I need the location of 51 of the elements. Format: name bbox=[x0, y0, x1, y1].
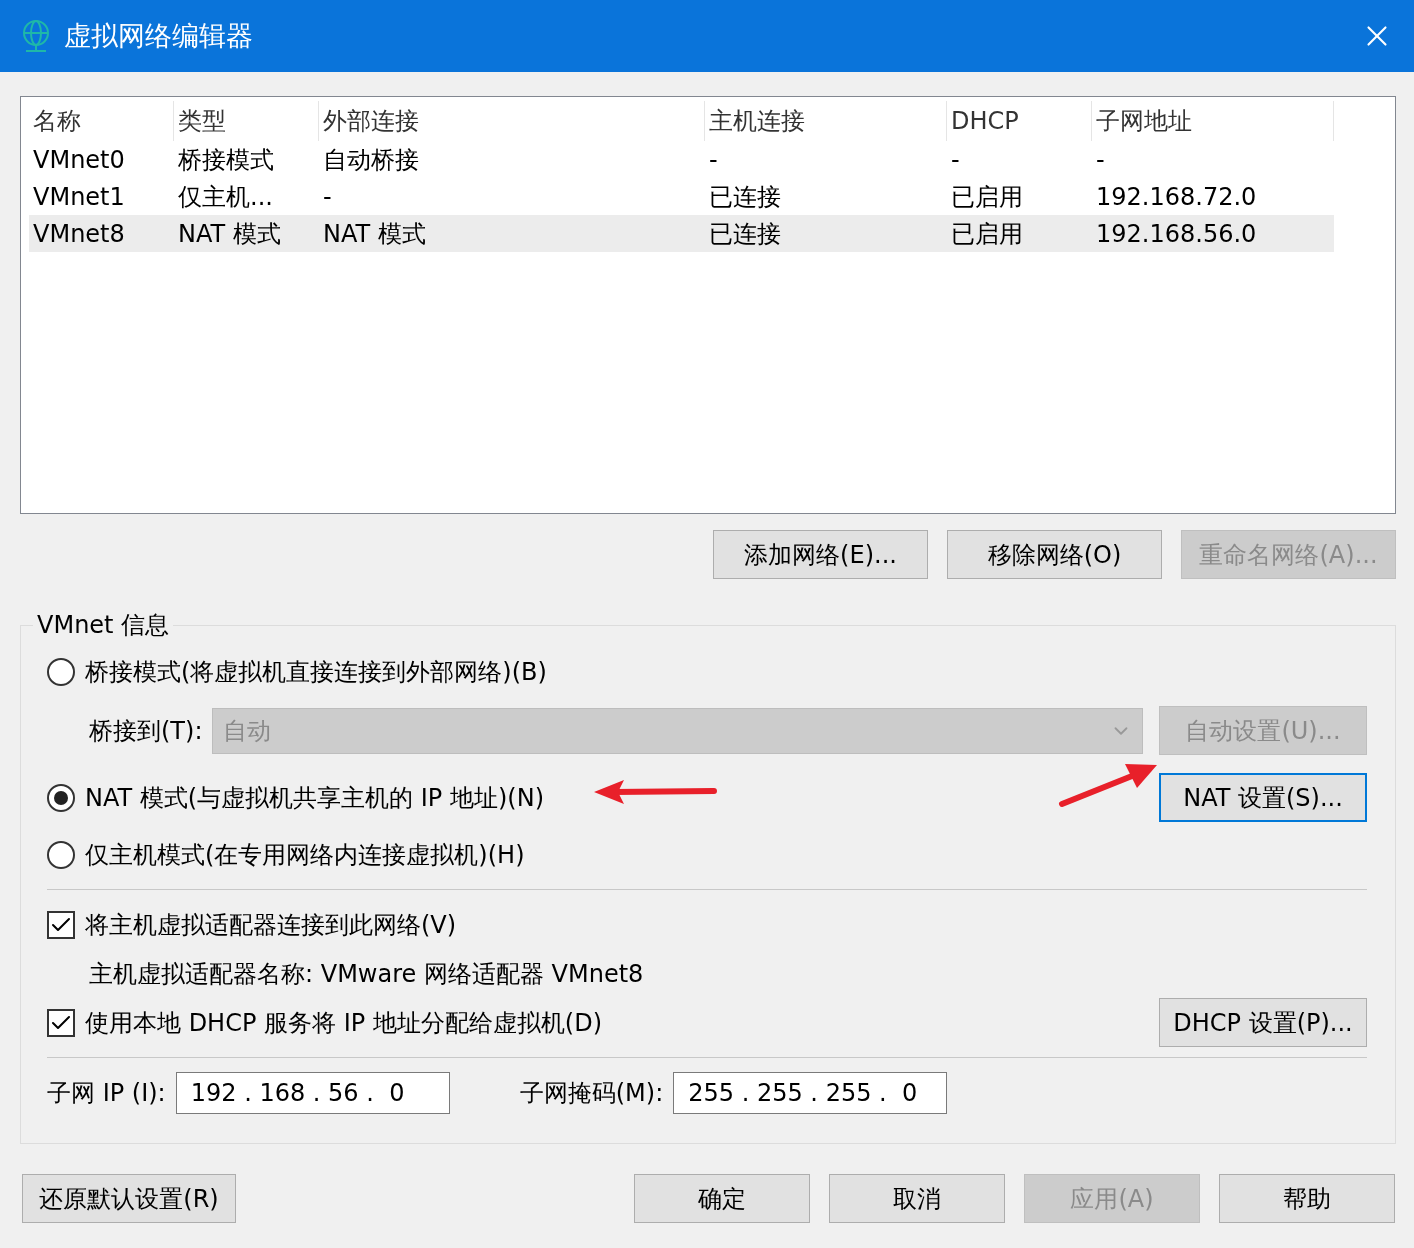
column-header[interactable]: DHCP bbox=[947, 101, 1092, 141]
column-header[interactable]: 子网地址 bbox=[1092, 101, 1334, 141]
radio-button[interactable] bbox=[47, 657, 75, 686]
group-title: VMnet 信息 bbox=[36, 610, 171, 641]
dialog-button[interactable]: 确定 bbox=[634, 1174, 810, 1223]
table-cell[interactable]: 已启用 bbox=[947, 215, 1092, 252]
table-cell[interactable]: - bbox=[947, 141, 1092, 178]
bridge-to-label: 桥接到(T): bbox=[89, 715, 203, 747]
table-cell[interactable]: - bbox=[319, 178, 705, 215]
table-cell[interactable]: NAT 模式 bbox=[319, 215, 705, 252]
column-header[interactable]: 名称 bbox=[29, 101, 174, 141]
checkbox-label: 使用本地 DHCP 服务将 IP 地址分配给虚拟机(D) bbox=[85, 1007, 603, 1039]
checkbox[interactable] bbox=[47, 1008, 75, 1037]
window-title: 虚拟网络编辑器 bbox=[64, 19, 254, 53]
table-cell[interactable]: 已启用 bbox=[947, 178, 1092, 215]
table-cell[interactable]: 192.168.72.0 bbox=[1092, 178, 1334, 215]
dialog-button[interactable]: 帮助 bbox=[1219, 1174, 1395, 1223]
column-header[interactable]: 主机连接 bbox=[705, 101, 947, 141]
dhcp-settings-button[interactable]: DHCP 设置(P)... bbox=[1159, 998, 1367, 1047]
subnet-ip-field[interactable]: 192 . 168 . 56 . 0 bbox=[175, 1071, 450, 1114]
checkbox[interactable] bbox=[47, 910, 75, 939]
adapter-name-text: 主机虚拟适配器名称: VMware 网络适配器 VMnet8 bbox=[89, 958, 644, 990]
nat-settings-button[interactable]: NAT 设置(S)... bbox=[1159, 773, 1367, 822]
dialog-button[interactable]: 取消 bbox=[829, 1174, 1005, 1223]
column-header[interactable]: 类型 bbox=[174, 101, 319, 141]
network-button[interactable]: 移除网络(O) bbox=[947, 530, 1162, 579]
table-cell[interactable]: VMnet8 bbox=[29, 215, 174, 252]
table-cell[interactable]: - bbox=[705, 141, 947, 178]
table-cell[interactable]: 已连接 bbox=[705, 178, 947, 215]
radio-label: NAT 模式(与虚拟机共享主机的 IP 地址)(N) bbox=[85, 782, 544, 814]
subnet-mask-label: 子网掩码(M): bbox=[519, 1077, 664, 1109]
column-header[interactable]: 外部连接 bbox=[319, 101, 705, 141]
table-cell[interactable]: 已连接 bbox=[705, 215, 947, 252]
subnet-mask-field[interactable]: 255 . 255 . 255 . 0 bbox=[673, 1071, 948, 1114]
table-cell[interactable]: 桥接模式 bbox=[174, 141, 319, 178]
checkbox-label: 将主机虚拟适配器连接到此网络(V) bbox=[85, 909, 457, 941]
table-cell[interactable]: 仅主机... bbox=[174, 178, 319, 215]
table-cell[interactable]: 192.168.56.0 bbox=[1092, 215, 1334, 252]
globe-icon bbox=[20, 19, 52, 53]
radio-label: 仅主机模式(在专用网络内连接虚拟机)(H) bbox=[85, 839, 525, 871]
subnet-ip-label: 子网 IP (I): bbox=[47, 1077, 166, 1109]
table-cell[interactable]: NAT 模式 bbox=[174, 215, 319, 252]
table-cell[interactable]: 自动桥接 bbox=[319, 141, 705, 178]
radio-button[interactable] bbox=[47, 840, 75, 869]
radio-button[interactable] bbox=[47, 783, 75, 812]
radio-label: 桥接模式(将虚拟机直接连接到外部网络)(B) bbox=[85, 656, 547, 688]
network-button[interactable]: 添加网络(E)... bbox=[713, 530, 928, 579]
table-cell[interactable]: VMnet0 bbox=[29, 141, 174, 178]
dialog-button[interactable]: 还原默认设置(R) bbox=[22, 1174, 236, 1223]
table-cell[interactable]: - bbox=[1092, 141, 1334, 178]
table-cell[interactable]: VMnet1 bbox=[29, 178, 174, 215]
